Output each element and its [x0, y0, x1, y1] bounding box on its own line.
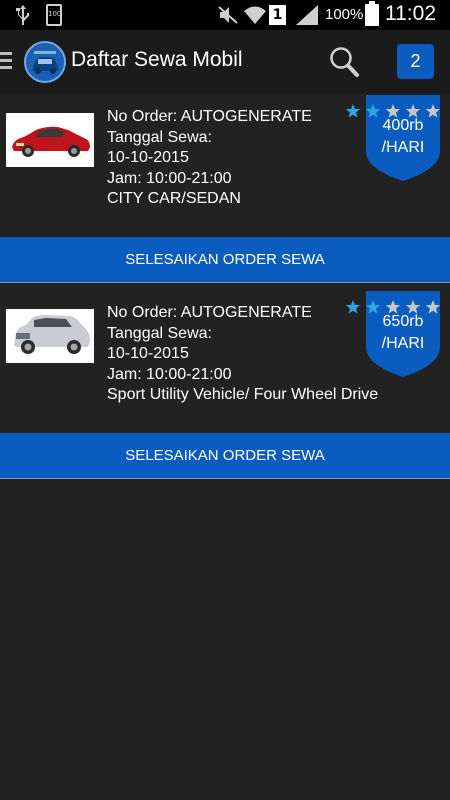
page-title: Daftar Sewa Mobil [71, 48, 243, 71]
usb-icon [16, 5, 29, 25]
sim-slot-indicator: 1 [269, 5, 286, 25]
order-number: No Order: AUTOGENERATE [107, 304, 312, 321]
wifi-icon [244, 6, 266, 24]
price-unit: /HARI [381, 335, 425, 352]
order-card-info[interactable]: No Order: AUTOGENERATE Tanggal Sewa: 10-… [0, 95, 450, 237]
battery-percent: 100% [325, 6, 364, 23]
signal-icon [296, 5, 318, 25]
rent-time: Jam: 10:00-21:00 [107, 169, 232, 187]
complete-order-button[interactable]: SELESAIKAN ORDER SEWA [0, 433, 450, 479]
car-category: Sport Utility Vehicle/ Four Wheel Drive [107, 386, 379, 403]
order-card[interactable]: No Order: AUTOGENERATE Tanggal Sewa: 10-… [0, 95, 450, 291]
rent-time: Jam: 10:00-21:00 [107, 365, 232, 383]
rent-date-label: Tanggal Sewa: [107, 324, 212, 342]
action-bar: Daftar Sewa Mobil 2 [0, 30, 450, 94]
price-label: 650rb /HARI [366, 311, 440, 355]
order-number: No Order: AUTOGENERATE [107, 108, 312, 125]
car-image [6, 309, 94, 363]
battery-small-label: 100 [48, 10, 62, 18]
suv-car-image [14, 315, 90, 354]
car-category: CITY CAR/SEDAN [107, 190, 241, 207]
battery-icon [365, 1, 379, 26]
price-amount: 650rb [382, 313, 424, 330]
menu-icon[interactable] [0, 52, 12, 70]
star-filled-icon [345, 300, 361, 314]
rent-date: 10-10-2015 [107, 149, 189, 166]
battery-100-icon: 100 [46, 4, 62, 26]
price-amount: 400rb [382, 117, 424, 134]
app-logo[interactable] [24, 41, 66, 83]
status-bar: 100 1 100% 11:02 [0, 0, 450, 30]
order-count-badge[interactable]: 2 [397, 44, 434, 79]
price-unit: /HARI [381, 139, 425, 156]
price-label: 400rb /HARI [366, 115, 440, 159]
order-card[interactable]: No Order: AUTOGENERATE Tanggal Sewa: 10-… [0, 291, 450, 487]
star-filled-icon [345, 104, 361, 118]
rent-date-label: Tanggal Sewa: [107, 128, 212, 146]
mute-icon [218, 6, 238, 24]
order-card-info[interactable]: No Order: AUTOGENERATE Tanggal Sewa: 10-… [0, 291, 450, 433]
car-logo-icon [33, 51, 58, 74]
rent-date: 10-10-2015 [107, 345, 189, 362]
complete-order-button[interactable]: SELESAIKAN ORDER SEWA [0, 237, 450, 283]
sedan-car-image [12, 126, 90, 157]
search-icon[interactable] [328, 45, 360, 79]
clock: 11:02 [385, 2, 436, 25]
car-image [6, 113, 94, 167]
